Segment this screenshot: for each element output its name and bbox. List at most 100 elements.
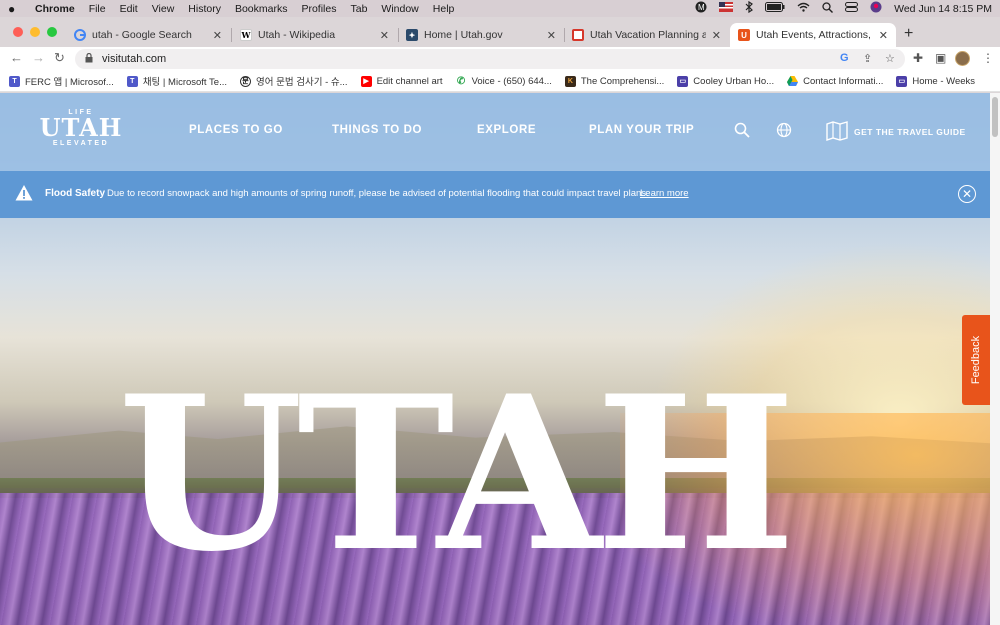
minimize-window-button[interactable] <box>30 27 40 37</box>
bluetooth-icon[interactable] <box>745 0 754 16</box>
bookmark-home-weeks[interactable]: ▭ Home - Weeks <box>896 75 975 87</box>
search-icon[interactable] <box>734 122 750 143</box>
tab-wikipedia[interactable]: W Utah - Wikipedia ✕ <box>232 23 397 47</box>
menu-help[interactable]: Help <box>433 3 455 15</box>
travel-guide-link[interactable]: GET THE TRAVEL GUIDE <box>826 121 966 143</box>
macos-menubar: ● Chrome File Edit View History Bookmark… <box>0 0 1000 17</box>
alert-learn-more-link[interactable]: Learn more <box>640 188 689 199</box>
menu-app-chrome[interactable]: Chrome <box>35 3 75 15</box>
tab-google-search[interactable]: utah - Google Search ✕ <box>66 23 230 47</box>
square-logo-icon: ▭ <box>677 75 689 87</box>
menu-profiles[interactable]: Profiles <box>301 3 336 15</box>
utah-gov-icon: ✦ <box>406 29 418 41</box>
tab-title: Utah Vacation Planning and Th <box>590 29 706 41</box>
menu-tab[interactable]: Tab <box>350 3 367 15</box>
alert-text: Due to record snowpack and high amounts … <box>107 188 649 199</box>
svg-text:M: M <box>698 3 705 12</box>
flood-safety-alert: Flood Safety Due to record snowpack and … <box>0 171 990 218</box>
bookmark-edit-channel-art[interactable]: ▶ Edit channel art <box>360 75 443 87</box>
chrome-menu-icon[interactable]: ⋮ <box>982 51 994 65</box>
maximize-window-button[interactable] <box>47 27 57 37</box>
address-bar[interactable]: visitutah.com G ⇪ ☆ <box>75 49 905 69</box>
tab-title: Utah Events, Attractions, Hotel <box>756 29 873 41</box>
teams-icon: T <box>9 75 20 87</box>
alert-close-icon[interactable]: ✕ <box>958 185 976 203</box>
forward-arrow-icon[interactable]: → <box>32 50 45 65</box>
map-icon <box>826 121 848 143</box>
menu-file[interactable]: File <box>89 3 106 15</box>
square-logo-icon: ▭ <box>896 75 908 87</box>
nav-explore[interactable]: EXPLORE <box>477 124 536 136</box>
battery-icon[interactable] <box>765 2 785 15</box>
close-tab-icon[interactable]: ✕ <box>712 29 721 42</box>
menu-bookmarks[interactable]: Bookmarks <box>235 3 288 15</box>
bookmark-teams-chat[interactable]: T 채팅 | Microsoft Te... <box>126 74 227 88</box>
window-controls <box>13 27 57 37</box>
us-flag-icon[interactable] <box>719 2 734 15</box>
user-avatar-icon[interactable] <box>870 1 882 16</box>
side-panel-icon[interactable]: ▣ <box>935 51 946 65</box>
nav-things-to-do[interactable]: THINGS TO DO <box>332 124 422 136</box>
tab-utah-vacation-planning[interactable]: Utah Vacation Planning and Th ✕ <box>564 23 729 47</box>
menu-edit[interactable]: Edit <box>120 3 138 15</box>
globe-icon[interactable] <box>776 122 792 143</box>
google-drive-icon <box>787 75 799 87</box>
nav-places-to-go[interactable]: PLACES TO GO <box>189 124 283 136</box>
bookmark-contact-information[interactable]: Contact Informati... <box>787 75 883 87</box>
k-logo-icon: K <box>564 75 576 87</box>
new-tab-button[interactable]: + <box>904 25 913 43</box>
teams-icon: T <box>126 75 138 87</box>
site-header: LIFE UTAH ELEVATED PLACES TO GO THINGS T… <box>0 93 990 171</box>
tab-visit-utah-active[interactable]: U Utah Events, Attractions, Hotel ✕ <box>730 23 896 47</box>
warning-icon <box>15 184 33 202</box>
logo-main-text: UTAH <box>39 113 123 142</box>
close-tab-icon[interactable]: ✕ <box>380 29 389 42</box>
bookmark-star-icon[interactable]: ☆ <box>885 52 895 65</box>
reload-icon[interactable]: ↻ <box>54 50 65 66</box>
tab-strip: utah - Google Search ✕ W Utah - Wikipedi… <box>0 17 1000 47</box>
menu-window[interactable]: Window <box>381 3 418 15</box>
malwarebytes-icon[interactable]: M <box>695 1 707 16</box>
spotlight-search-icon[interactable] <box>822 1 834 16</box>
bookmarks-bar: T FERC 앱 | Microsof... T 채팅 | Microsoft Te… <box>0 71 1000 92</box>
wifi-icon[interactable] <box>797 2 810 15</box>
share-icon[interactable]: ⇪ <box>863 52 872 65</box>
control-center-icon[interactable] <box>845 2 859 15</box>
bookmark-comprehensive[interactable]: K The Comprehensi... <box>564 75 664 87</box>
alert-title: Flood Safety <box>45 188 106 199</box>
profile-avatar[interactable] <box>955 51 970 66</box>
close-tab-icon[interactable]: ✕ <box>213 29 222 42</box>
web-page: LIFE UTAH ELEVATED PLACES TO GO THINGS T… <box>0 93 990 625</box>
tab-title: Utah - Wikipedia <box>258 29 336 41</box>
close-tab-icon[interactable]: ✕ <box>879 29 888 42</box>
url-text[interactable]: visitutah.com <box>102 53 166 65</box>
extensions-icon[interactable]: ✚ <box>913 51 923 65</box>
utah-logo[interactable]: LIFE UTAH ELEVATED <box>36 109 126 157</box>
lock-icon[interactable] <box>85 52 93 65</box>
menu-history[interactable]: History <box>188 3 221 15</box>
clock[interactable]: Wed Jun 14 8:15 PM <box>894 3 992 15</box>
menu-view[interactable]: View <box>152 3 175 15</box>
bookmark-cooley-urban[interactable]: ▭ Cooley Urban Ho... <box>677 75 774 87</box>
nav-plan-your-trip[interactable]: PLAN YOUR TRIP <box>589 124 694 136</box>
grammar-checker-icon: 문 <box>240 75 251 87</box>
feedback-label: Feedback <box>970 335 982 385</box>
google-translate-icon[interactable]: G <box>840 52 849 64</box>
red-bookmark-icon <box>572 29 584 41</box>
youtube-icon: ▶ <box>360 75 372 87</box>
tab-title: utah - Google Search <box>92 29 192 41</box>
bookmark-google-voice[interactable]: ✆ Voice - (650) 644... <box>455 75 552 87</box>
tab-title: Home | Utah.gov <box>424 29 503 41</box>
browser-toolbar: ← → ↻ visitutah.com G ⇪ ☆ ✚ ▣ ⋮ <box>0 47 1000 71</box>
google-icon <box>74 29 86 41</box>
apple-menu-icon[interactable]: ● <box>8 2 21 16</box>
back-arrow-icon[interactable]: ← <box>10 50 23 65</box>
tab-utah-gov[interactable]: ✦ Home | Utah.gov ✕ <box>398 23 564 47</box>
bookmark-grammar-checker[interactable]: 문 영어 문법 검사기 - 슈... <box>240 74 348 88</box>
scrollbar-thumb[interactable] <box>992 97 998 137</box>
page-scrollbar[interactable] <box>990 93 1000 625</box>
bookmark-ferc[interactable]: T FERC 앱 | Microsof... <box>9 74 114 88</box>
close-window-button[interactable] <box>13 27 23 37</box>
feedback-button[interactable]: Feedback <box>962 315 990 405</box>
close-tab-icon[interactable]: ✕ <box>547 29 556 42</box>
